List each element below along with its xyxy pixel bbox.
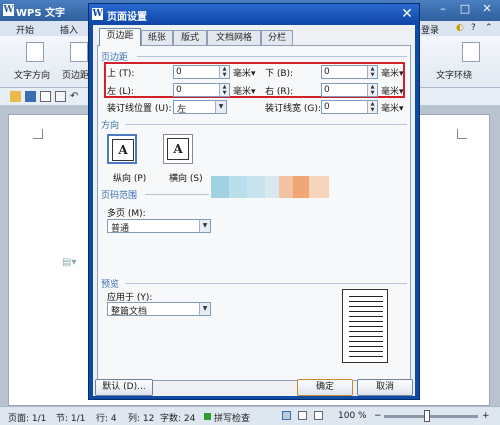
right-margin-label: 右 (R): bbox=[265, 87, 294, 97]
text-wrap-icon[interactable] bbox=[462, 42, 480, 62]
landscape-button[interactable]: A bbox=[163, 134, 193, 164]
spin-down-icon[interactable]: ▼ bbox=[368, 72, 377, 78]
right-margin-input[interactable]: 0 ▲ ▼ bbox=[321, 83, 378, 97]
undo-icon[interactable]: ↶ bbox=[70, 91, 81, 102]
multi-page-label: 多页 (M): bbox=[107, 209, 146, 219]
portrait-button[interactable]: A bbox=[107, 134, 137, 164]
cancel-button[interactable]: 取消 bbox=[357, 379, 413, 396]
margin-corner-icon bbox=[33, 129, 43, 139]
close-app-icon[interactable]: ✕ bbox=[480, 2, 494, 16]
top-margin-input[interactable]: 0 ▲ ▼ bbox=[173, 65, 230, 79]
preview-icon[interactable] bbox=[55, 91, 66, 102]
ok-button[interactable]: 确定 bbox=[297, 379, 353, 396]
preview-section-title: 预览 bbox=[101, 280, 120, 290]
tab-columns[interactable]: 分栏 bbox=[261, 30, 293, 45]
spin-down-icon[interactable]: ▼ bbox=[220, 90, 229, 96]
status-section: 节: 1/1 bbox=[56, 414, 86, 424]
left-margin-label: 左 (L): bbox=[107, 87, 134, 97]
tab-layout[interactable]: 版式 bbox=[173, 30, 207, 45]
page-view-icon[interactable] bbox=[282, 411, 291, 420]
paste-options-icon[interactable]: ▤▾ bbox=[62, 257, 76, 268]
dialog-titlebar[interactable]: W 页面设置 ✕ bbox=[89, 4, 419, 24]
tab-document-grid[interactable]: 文档网格 bbox=[207, 30, 261, 45]
spin-down-icon[interactable]: ▼ bbox=[220, 72, 229, 78]
print-icon[interactable] bbox=[40, 91, 51, 102]
skin-icon[interactable]: ◐ bbox=[456, 23, 464, 33]
apply-to-select[interactable]: 整篇文档 ▼ bbox=[107, 302, 211, 317]
outline-view-icon[interactable] bbox=[314, 411, 323, 420]
multi-page-select[interactable]: 普通 ▼ bbox=[107, 219, 211, 234]
bottom-margin-label: 下 (B): bbox=[265, 69, 294, 79]
chevron-down-icon[interactable]: ▼ bbox=[199, 220, 210, 232]
left-margin-input[interactable]: 0 ▲ ▼ bbox=[173, 83, 230, 97]
bottom-margin-input[interactable]: 0 ▲ ▼ bbox=[321, 65, 378, 79]
maximize-icon[interactable]: □ bbox=[458, 2, 472, 16]
top-margin-unit[interactable]: 毫米▾ bbox=[233, 66, 256, 79]
redacted-watermark bbox=[211, 176, 329, 198]
text-direction-button[interactable]: 文字方向 bbox=[14, 68, 50, 81]
spell-check-icon bbox=[204, 413, 211, 420]
zoom-in-icon[interactable]: + bbox=[482, 411, 490, 421]
zoom-slider[interactable] bbox=[384, 415, 478, 418]
dialog-title: 页面设置 bbox=[107, 12, 147, 23]
portrait-label[interactable]: 纵向 (P) bbox=[113, 171, 146, 184]
landscape-label[interactable]: 横向 (S) bbox=[169, 171, 203, 184]
margin-corner-icon bbox=[457, 129, 467, 139]
spin-down-icon[interactable]: ▼ bbox=[368, 107, 377, 113]
chevron-down-icon[interactable]: ▼ bbox=[199, 303, 210, 315]
section-divider bbox=[125, 283, 407, 284]
right-margin-unit[interactable]: 毫米▾ bbox=[381, 84, 404, 97]
tab-paper[interactable]: 纸张 bbox=[141, 30, 173, 45]
left-margin-unit[interactable]: 毫米▾ bbox=[233, 84, 256, 97]
ribbon-collapse-icon[interactable]: ⌃ bbox=[485, 23, 493, 33]
bottom-margin-unit[interactable]: 毫米▾ bbox=[381, 66, 404, 79]
gutter-width-unit[interactable]: 毫米▾ bbox=[381, 101, 404, 114]
web-view-icon[interactable] bbox=[298, 411, 307, 420]
gutter-width-input[interactable]: 0 ▲ ▼ bbox=[321, 100, 378, 114]
help-icon[interactable]: ? bbox=[471, 23, 476, 33]
tab-margins[interactable]: 页边距 bbox=[99, 28, 141, 46]
app-title: WPS 文字 bbox=[16, 8, 66, 19]
wps-logo-icon: W bbox=[92, 8, 103, 20]
menu-insert[interactable]: 插入 bbox=[60, 23, 78, 36]
status-col: 列: 12 bbox=[128, 414, 155, 424]
chevron-down-icon[interactable]: ▼ bbox=[215, 101, 226, 113]
orientation-section-title: 方向 bbox=[101, 121, 120, 131]
minimize-icon[interactable]: – bbox=[436, 2, 450, 16]
text-wrap-button[interactable]: 文字环绕 bbox=[436, 68, 472, 81]
margins-button[interactable]: 页边距 bbox=[62, 68, 89, 81]
gutter-width-label: 装订线宽 (G): bbox=[265, 104, 321, 114]
spell-check-button[interactable]: 拼写检查 bbox=[214, 411, 250, 424]
margins-icon[interactable] bbox=[70, 42, 88, 62]
status-page: 页面: 1/1 bbox=[8, 414, 47, 424]
page-setup-dialog: W 页面设置 ✕ 页边距 纸张 版式 文档网格 分栏 页边距 上 (T): 0 … bbox=[88, 3, 420, 400]
menu-home[interactable]: 开始 bbox=[16, 23, 34, 36]
page-range-section-title: 页码范围 bbox=[101, 191, 138, 201]
text-direction-icon[interactable] bbox=[26, 42, 44, 62]
spin-down-icon[interactable]: ▼ bbox=[368, 90, 377, 96]
zoom-out-icon[interactable]: − bbox=[374, 411, 382, 421]
section-divider bbox=[145, 194, 209, 195]
dialog-close-icon[interactable]: ✕ bbox=[398, 6, 416, 22]
zoom-slider-thumb[interactable] bbox=[424, 410, 430, 422]
status-chars: 字数: 24 bbox=[160, 414, 196, 424]
zoom-level[interactable]: 100 % bbox=[338, 411, 367, 421]
login-link[interactable]: 登录 bbox=[421, 23, 439, 36]
top-margin-label: 上 (T): bbox=[107, 69, 135, 79]
gutter-position-select[interactable]: 左 ▼ bbox=[173, 100, 227, 115]
status-bar: 页面: 1/1 节: 1/1 行: 4 列: 12 字数: 24 拼写检查 10… bbox=[0, 406, 500, 425]
landscape-page-icon: A bbox=[167, 138, 189, 160]
section-divider bbox=[125, 124, 407, 125]
section-divider bbox=[137, 56, 407, 57]
save-icon[interactable] bbox=[25, 91, 36, 102]
status-row: 行: 4 bbox=[96, 414, 117, 424]
open-folder-icon[interactable] bbox=[10, 91, 21, 102]
wps-logo-icon: W bbox=[3, 4, 14, 16]
portrait-page-icon: A bbox=[112, 139, 134, 161]
default-button[interactable]: 默认 (D)... bbox=[95, 379, 153, 396]
gutter-position-label: 装订线位置 (U): bbox=[107, 104, 172, 114]
page-preview bbox=[342, 289, 388, 363]
